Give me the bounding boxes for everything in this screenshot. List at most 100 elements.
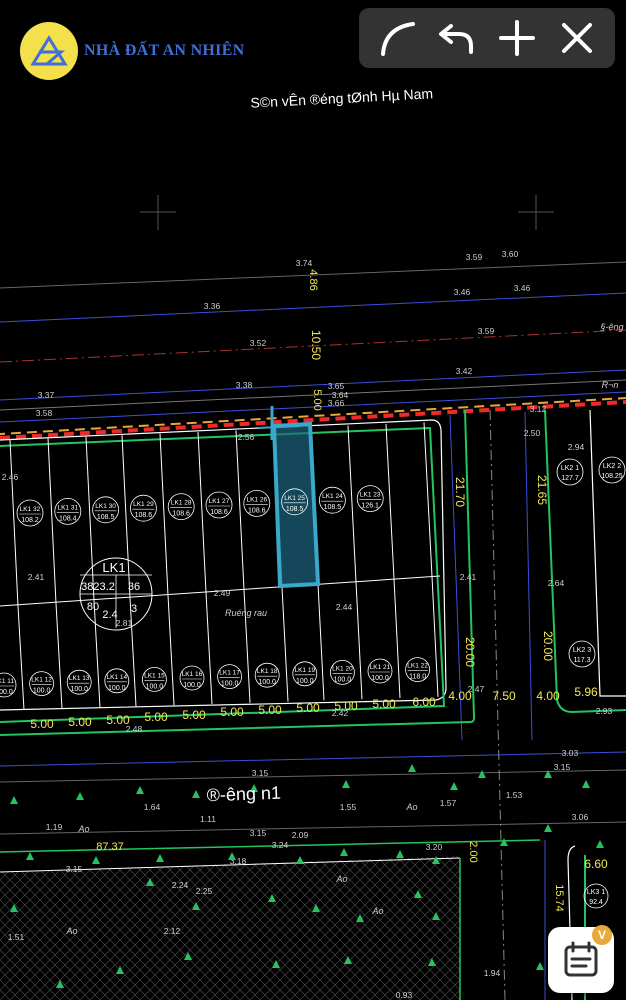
notification-badge: V [592,925,612,945]
lot-label[interactable]: LK1 21 100.0 [367,658,393,684]
svg-text:Ao: Ao [405,802,417,812]
cad-map[interactable]: LK1 32 108.2 LK1 31 108.4 LK1 30 108.5 LK1 29 1… [0,0,626,1000]
lot-area: 108.6 [172,511,190,518]
lot-divider [205,592,213,705]
lot-divider [17,605,25,711]
lot-area: 108.6 [248,507,266,514]
lot-id: LK1 31 [57,504,78,511]
svg-text:3.46: 3.46 [514,283,531,293]
svg-text:3.66: 3.66 [328,398,345,408]
svg-text:5.00: 5.00 [30,717,54,731]
tree-icon [10,796,18,804]
svg-text:3.03: 3.03 [562,748,579,758]
close-button[interactable] [553,14,601,62]
undo-button[interactable] [433,14,481,62]
lot-label[interactable]: LK1 15 100.0 [141,667,167,692]
svg-text:3.36: 3.36 [204,301,221,311]
lot-area: 126.1 [361,503,379,510]
svg-text:2.46: 2.46 [2,472,19,482]
curve-tool-button[interactable] [373,14,421,62]
lot-area: 100.0 [221,681,239,688]
lot-label[interactable]: LK1 28 108.6 [167,493,195,521]
lot-label[interactable]: LK1 30 108.5 [92,496,119,524]
lot-divider [347,425,357,582]
tree-icon [296,856,304,864]
svg-text:Ao: Ao [335,874,347,884]
lot-id: LK1 24 [322,493,343,500]
svg-text:2.09: 2.09 [292,830,309,840]
lot-label[interactable]: LK1 12 100.0 [29,671,54,696]
add-button[interactable] [493,14,541,62]
tree-icon [26,852,34,860]
lot-label[interactable]: LK1 23 126.1 [356,485,384,513]
lot-area: 100.0 [258,679,276,686]
lot-id: LK1 27 [209,498,230,505]
brand-logo: NHÀ ĐẤT AN NHIÊN [20,22,245,80]
lot-label[interactable]: LK1 27 108.6 [205,491,233,519]
lot-label[interactable]: LK1 11 100.0 [0,672,17,698]
svg-text:2.24: 2.24 [172,880,189,890]
street-name-label: ®-êng n1 [206,783,281,806]
lot-label[interactable]: LK1 20 100.0 [329,660,355,685]
svg-text:Ao: Ao [371,906,383,916]
svg-text:1.53: 1.53 [506,790,523,800]
lot-label[interactable]: LK1 24 108.5 [318,486,346,514]
lot-id: LK1 17 [219,670,240,677]
lot-label[interactable]: LK1 19 100.0 [292,661,318,687]
lot-id: LK1 11 [0,678,14,685]
lot-id: LK1 30 [95,503,116,510]
svg-text:2.42: 2.42 [332,708,349,718]
lot-area: 108.5 [324,504,342,511]
lot-area: 108.4 [59,515,77,522]
svg-text:3.74: 3.74 [296,258,313,268]
brand-name: NHÀ ĐẤT AN NHIÊN [84,42,245,59]
lot-area: 100.0 [108,685,126,692]
lot-label[interactable]: LK1 13 100.0 [66,669,92,695]
close-icon [562,23,592,53]
svg-text:2.25: 2.25 [196,886,213,896]
lot-label[interactable]: LK1 16 100.0 [179,665,205,691]
svg-text:20.00: 20.00 [541,631,555,661]
lot-divider [317,584,325,701]
lot-label[interactable]: LK1 22 118.0 [405,657,431,682]
lot-divider [159,433,169,596]
lot-label[interactable]: LK1 18 100.0 [254,662,280,688]
svg-text:0.93: 0.93 [396,990,413,1000]
lot-label[interactable]: LK1 32 108.2 [16,499,44,527]
svg-text:2.94: 2.94 [568,442,585,452]
svg-text:3.38: 3.38 [236,380,253,390]
lot-area: 100.0 [371,675,389,682]
svg-text:3.20: 3.20 [426,842,443,852]
block-h: 3 [131,603,137,615]
crosshair-marks [140,195,554,230]
svg-text:3.59: 3.59 [466,252,483,262]
lot-divider [385,423,395,580]
svg-text:7.50: 7.50 [492,689,516,703]
lot-id: LK1 22 [407,663,428,670]
lot-area: 117.3 [574,657,591,664]
lot-label[interactable]: LK1 26 108.6 [243,489,271,517]
svg-text:1.57: 1.57 [440,798,457,808]
calendar-fab-button[interactable]: V [548,925,614,993]
lot-divider [55,603,63,709]
lot-label[interactable]: LK1 31 108.4 [54,497,82,525]
tree-icon [76,792,84,800]
svg-text:2.56: 2.56 [238,432,255,442]
lot-area: 100.0 [146,683,164,690]
lot-area: 118.0 [409,674,426,681]
svg-text:3.06: 3.06 [572,812,589,822]
lot-label[interactable]: LK1 29 108.6 [129,494,157,522]
lot-id: LK3 1 [587,889,605,896]
lot-id: LK1 23 [360,492,381,499]
lot-divider [355,581,363,700]
lot-label[interactable]: LK1 17 100.0 [217,664,243,689]
lot-area: 108.5 [286,506,304,513]
svg-text:4.00: 4.00 [536,689,560,703]
lot-divider [235,430,245,590]
svg-text:15.74: 15.74 [553,884,565,912]
lot-area: 100.0 [0,689,13,696]
tree-icon [396,850,404,858]
lot-label[interactable]: LK1 14 100.0 [104,668,130,694]
lot-id: LK1 28 [171,500,192,507]
lot-area: 108.6 [210,509,228,516]
